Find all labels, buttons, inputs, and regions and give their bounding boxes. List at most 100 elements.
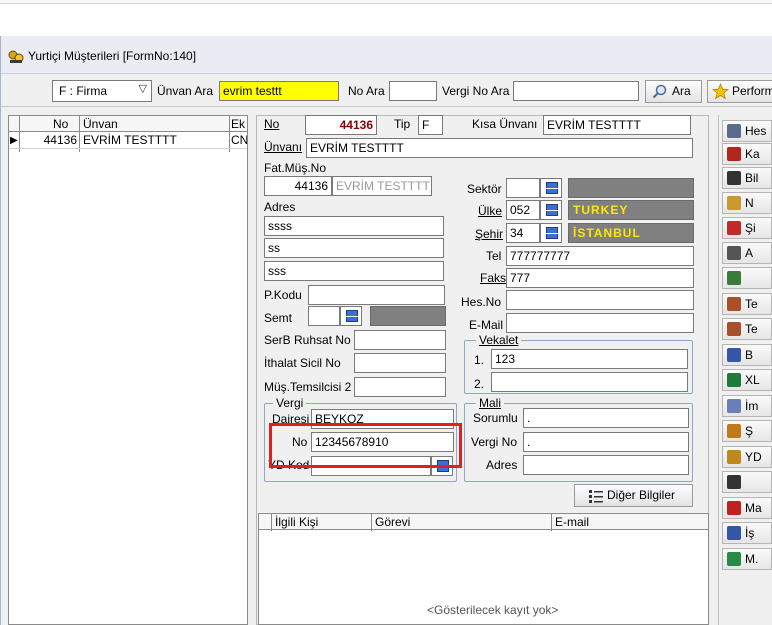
fat-mus-no-field[interactable]: 44136 — [264, 176, 332, 196]
hes-no-field[interactable] — [506, 290, 694, 310]
sorumlu-field[interactable]: . — [523, 408, 689, 428]
column-header-unvan[interactable]: Ünvan — [83, 117, 118, 132]
firma-combo[interactable]: F : Firma ▽ — [52, 80, 152, 102]
column-header-no[interactable]: No — [53, 117, 68, 132]
ulke-label: Ülke — [478, 204, 503, 218]
semt-field[interactable] — [308, 306, 340, 326]
key-icon — [727, 221, 741, 235]
sehir-name-field: İSTANBUL — [568, 223, 694, 243]
sektor-label: Sektör — [467, 182, 502, 196]
contacts-grid: İlgili Kişi Görevi E-mail <Gösterilecek … — [258, 513, 709, 625]
mali-group-title: Mali — [476, 397, 505, 410]
ara-button-label: Ara — [672, 84, 691, 98]
customers-icon — [8, 50, 24, 63]
top-strip — [0, 0, 772, 36]
side-button-label: Hes — [745, 124, 767, 138]
diger-bilgiler-label: Diğer Bilgiler — [607, 488, 676, 502]
semt-lookup-button[interactable] — [340, 306, 362, 326]
eraser-icon — [727, 147, 741, 161]
ulke-lookup-button[interactable] — [540, 200, 562, 220]
side-button-5[interactable]: Şi — [722, 217, 772, 239]
side-button-1[interactable]: Hes — [722, 120, 772, 142]
excel-icon — [727, 373, 741, 387]
serb-ruhsat-field[interactable] — [354, 330, 446, 350]
side-button-10[interactable]: B — [722, 344, 772, 366]
side-button-3[interactable]: Bil — [722, 167, 772, 189]
side-button-2[interactable]: Ka — [722, 143, 772, 165]
side-button-label: Ka — [745, 147, 760, 161]
email-label: E-Mail — [469, 318, 504, 332]
lookup-icon — [545, 227, 561, 239]
unvan-label: Ünvanı — [264, 140, 303, 154]
ara-button[interactable]: Ara — [645, 80, 702, 103]
sehir-code-field[interactable]: 34 — [506, 223, 540, 243]
mali-vergi-no-label: Vergi No — [471, 435, 518, 449]
column-header-ek[interactable]: Ek — [231, 117, 247, 132]
unvan-field[interactable]: EVRİM TESTTTT — [306, 138, 693, 158]
highlight-annotation — [269, 423, 462, 468]
pkodu-field[interactable] — [308, 285, 445, 305]
side-button-13[interactable]: Ş — [722, 420, 772, 442]
side-button-label: N — [745, 196, 754, 210]
side-button-label: İş — [745, 526, 755, 540]
column-header-gorevi[interactable]: Görevi — [375, 515, 410, 530]
side-button-6[interactable]: A — [722, 242, 772, 264]
side-button-label: XL — [745, 373, 760, 387]
kisa-unvan-field[interactable]: EVRİM TESTTTT — [543, 115, 691, 135]
side-button-label: Te — [745, 297, 758, 311]
mali-adres-field[interactable] — [523, 455, 689, 475]
perform-button[interactable]: Perform — [707, 80, 772, 103]
adres-line-3[interactable]: sss — [264, 261, 444, 281]
foreign-icon — [727, 450, 741, 464]
no-field[interactable]: 44136 — [305, 115, 377, 135]
vergi-group-title: Vergi — [273, 397, 307, 410]
ulke-code-field[interactable]: 052 — [506, 200, 540, 220]
lookup-icon — [545, 182, 561, 194]
edit-icon — [727, 526, 741, 540]
sektor-lookup-button[interactable] — [540, 178, 562, 198]
user-arrow-icon — [727, 424, 741, 438]
sektor-field[interactable] — [506, 178, 540, 198]
vergi-no-ara-input[interactable] — [513, 81, 639, 101]
adres-line-1[interactable]: ssss — [264, 216, 444, 236]
ithalat-sicil-field[interactable] — [354, 353, 446, 373]
diger-bilgiler-button[interactable]: Diğer Bilgiler — [574, 484, 693, 507]
column-header-ilgili-kisi[interactable]: İlgili Kişi — [275, 515, 318, 530]
faks-field[interactable]: 777 — [506, 268, 694, 288]
empty-placeholder: <Gösterilecek kayıt yok> — [427, 603, 559, 617]
side-button-label: Bil — [745, 171, 759, 185]
side-button-11[interactable]: XL — [722, 369, 772, 391]
mali-vergi-no-field[interactable]: . — [523, 432, 689, 452]
document-icon — [727, 171, 741, 185]
tel-label: Tel — [486, 249, 502, 263]
mali-adres-label: Adres — [486, 458, 518, 472]
side-button-7[interactable] — [722, 267, 772, 289]
vekalet-1-field[interactable]: 123 — [491, 349, 688, 369]
list-icon — [589, 490, 603, 503]
side-button-12[interactable]: İm — [722, 395, 772, 417]
email-field[interactable] — [506, 313, 694, 333]
side-button-15[interactable] — [722, 471, 772, 493]
link-icon — [727, 124, 741, 138]
tel-field[interactable]: 777777777 — [506, 246, 694, 266]
vekalet-2-field[interactable] — [491, 372, 688, 392]
side-button-17[interactable]: İş — [722, 522, 772, 544]
no-ara-input[interactable] — [389, 81, 437, 101]
group-icon — [727, 399, 741, 413]
side-button-14[interactable]: YD — [722, 446, 772, 468]
adres-line-2[interactable]: ss — [264, 238, 444, 258]
column-header-email[interactable]: E-mail — [555, 515, 589, 530]
side-button-label: M. — [745, 552, 759, 566]
side-button-4[interactable]: N — [722, 192, 772, 214]
side-button-8[interactable]: Te — [722, 293, 772, 315]
tip-field[interactable]: F — [418, 115, 443, 135]
side-button-18[interactable]: M. — [722, 548, 772, 570]
unvan-ara-input[interactable]: evrim testtt — [219, 81, 339, 101]
lookup-icon — [545, 204, 561, 216]
search-icon — [652, 84, 667, 99]
side-button-16[interactable]: Ma — [722, 497, 772, 519]
table-row[interactable]: ▶ 44136 EVRİM TESTTTT CN — [9, 133, 247, 149]
mus-temsilcisi-field[interactable] — [354, 377, 446, 397]
side-button-9[interactable]: Te — [722, 318, 772, 340]
sehir-lookup-button[interactable] — [540, 223, 562, 243]
